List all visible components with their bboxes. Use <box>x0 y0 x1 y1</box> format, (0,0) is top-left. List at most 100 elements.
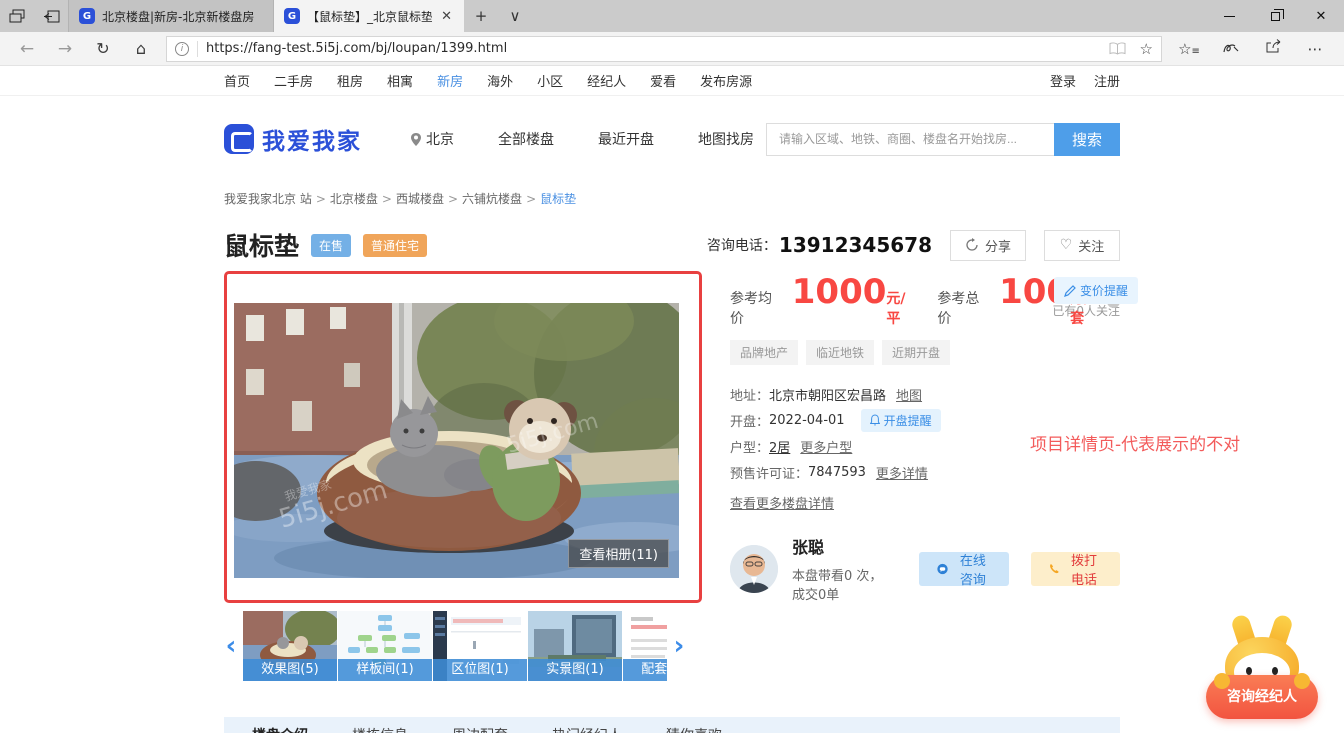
refresh-button[interactable]: ↻ <box>84 39 122 58</box>
breadcrumb-item[interactable]: 我爱我家北京 站 <box>224 192 312 206</box>
link-all-loupan[interactable]: 全部楼盘 <box>498 129 554 149</box>
share-icon[interactable] <box>1252 39 1294 58</box>
carousel-next-icon[interactable]: › <box>672 633 686 659</box>
price-alert-label: 变价提醒 <box>1080 282 1128 299</box>
divider <box>197 41 198 57</box>
avg-price-unit: 元/平 <box>886 288 919 328</box>
agent-avatar[interactable] <box>730 545 778 593</box>
layout-value-link[interactable]: 2居 <box>769 437 790 456</box>
nav-xiaoqu[interactable]: 小区 <box>537 71 563 90</box>
set-tabs-aside-icon[interactable] <box>34 0 68 32</box>
price-alert-button[interactable]: 变价提醒 <box>1054 277 1138 304</box>
open-alert-button[interactable]: 开盘提醒 <box>861 409 941 432</box>
thumbnail-label: 效果图(5) <box>243 659 337 681</box>
phone-icon <box>1049 561 1059 576</box>
more-license-link[interactable]: 更多详情 <box>876 463 928 482</box>
search-input[interactable] <box>766 123 1054 156</box>
follow-label: 关注 <box>1078 236 1104 255</box>
thumbnail-real-scene[interactable]: 实景图(1) <box>528 611 622 681</box>
view-album-button[interactable]: 查看相册(11) <box>568 539 669 568</box>
site-favicon: G <box>284 8 300 24</box>
url-bar[interactable]: i https://fang-test.5i5j.com/bj/loupan/1… <box>166 36 1162 62</box>
tab-title: 【鼠标垫】_北京鼠标垫 <box>307 8 432 25</box>
nav-ershoufang[interactable]: 二手房 <box>274 71 313 90</box>
nav-fabu[interactable]: 发布房源 <box>700 71 752 90</box>
login-link[interactable]: 登录 <box>1050 71 1076 90</box>
carousel-prev-icon[interactable]: ‹ <box>224 633 238 659</box>
home-button[interactable]: ⌂ <box>122 39 160 58</box>
close-button[interactable]: ✕ <box>1298 0 1344 32</box>
new-tab-button[interactable]: + <box>464 0 498 32</box>
site-logo[interactable]: 我爱我家 <box>224 122 362 156</box>
breadcrumb-sep: > <box>448 192 458 206</box>
nav-xiangyu[interactable]: 相寓 <box>387 71 413 90</box>
tab-close-icon[interactable]: ✕ <box>439 9 454 24</box>
city-name: 北京 <box>426 129 454 149</box>
breadcrumb-item[interactable]: 西城楼盘 <box>396 192 444 206</box>
tag: 品牌地产 <box>730 340 798 365</box>
window-controls: ✕ <box>1206 0 1344 32</box>
mascot-eye <box>1246 667 1252 675</box>
thumbnail-facility[interactable]: 配套图(1) <box>623 611 667 681</box>
address-value: 北京市朝阳区宏昌路 <box>769 385 886 404</box>
tab-preview-icon[interactable] <box>0 0 34 32</box>
browser-addressbar: ← → ↻ ⌂ i https://fang-test.5i5j.com/bj/… <box>0 32 1344 66</box>
call-phone-button[interactable]: 拨打电话 <box>1031 552 1120 586</box>
field-label: 地址： <box>730 385 769 404</box>
url-text[interactable]: https://fang-test.5i5j.com/bj/loupan/139… <box>206 41 1101 56</box>
agent-stats: 本盘带看0 次，成交0单 <box>792 565 891 603</box>
breadcrumb-sep: > <box>382 192 392 206</box>
link-map-search[interactable]: 地图找房 <box>698 129 754 149</box>
nav-home[interactable]: 首页 <box>224 71 250 90</box>
web-note-pen-icon[interactable] <box>1210 40 1252 58</box>
tab-recommendations[interactable]: 猜你喜欢 <box>666 725 722 733</box>
site-info-icon[interactable]: i <box>175 42 189 56</box>
breadcrumb-item[interactable]: 六铺炕楼盘 <box>462 192 522 206</box>
location-pin-icon <box>410 132 422 147</box>
agent-name: 张聪 <box>792 534 891 558</box>
thumbnail-label: 实景图(1) <box>528 659 622 681</box>
minimize-button[interactable] <box>1206 0 1252 32</box>
nav-zufang[interactable]: 租房 <box>337 71 363 90</box>
nav-aikan[interactable]: 爱看 <box>650 71 676 90</box>
link-recent-open[interactable]: 最近开盘 <box>598 129 654 149</box>
pencil-icon <box>1064 285 1076 297</box>
nav-jingjiren[interactable]: 经纪人 <box>587 71 626 90</box>
favorite-star-icon[interactable]: ☆ <box>1140 40 1153 58</box>
more-layouts-link[interactable]: 更多户型 <box>800 437 852 456</box>
online-chat-button[interactable]: 在线咨询 <box>919 552 1009 586</box>
tab-surroundings[interactable]: 周边配套 <box>452 725 508 733</box>
forward-button[interactable]: → <box>46 39 84 59</box>
share-button[interactable]: 分享 <box>950 230 1026 261</box>
favorites-hub-icon[interactable]: ☆≡ <box>1168 40 1210 58</box>
nav-xinfang[interactable]: 新房 <box>437 71 463 90</box>
more-options-icon[interactable]: ⋯ <box>1294 40 1336 58</box>
thumbnail-location[interactable]: 区位图(1) <box>433 611 527 681</box>
browser-tab-active[interactable]: G 【鼠标垫】_北京鼠标垫 ✕ <box>274 0 464 32</box>
thumbnail-model-room[interactable]: 样板间(1) <box>338 611 432 681</box>
thumbnail-effect[interactable]: 效果图(5) <box>243 611 337 681</box>
agent-card: 张聪 本盘带看0 次，成交0单 在线咨询 拨打电话 <box>730 534 1120 603</box>
follow-button[interactable]: ♡ 关注 <box>1044 230 1120 261</box>
nav-haiwai[interactable]: 海外 <box>487 71 513 90</box>
restore-button[interactable] <box>1252 0 1298 32</box>
mascot-paw <box>1294 673 1310 689</box>
browser-tab-inactive[interactable]: G 北京楼盘|新房-北京新楼盘房 <box>68 0 274 32</box>
breadcrumb-item[interactable]: 北京楼盘 <box>330 192 378 206</box>
city-selector[interactable]: 北京 <box>410 129 454 149</box>
search-button[interactable]: 搜索 <box>1054 123 1120 156</box>
register-link[interactable]: 注册 <box>1094 71 1120 90</box>
mascot-widget[interactable]: 咨询经纪人 <box>1206 615 1318 719</box>
chat-bubble-icon <box>937 561 948 577</box>
reading-view-icon[interactable] <box>1109 42 1126 55</box>
tab-building-info[interactable]: 楼栋信息 <box>352 725 408 733</box>
map-link[interactable]: 地图 <box>896 385 922 404</box>
page-title: 鼠标垫 <box>224 227 299 263</box>
main-photo[interactable]: 5i5j.com 我爱我家 5i5j.com 查看相册(11) <box>234 303 679 578</box>
open-date-value: 2022-04-01 <box>769 413 845 428</box>
back-button[interactable]: ← <box>8 39 46 59</box>
more-detail-link[interactable]: 查看更多楼盘详情 <box>730 493 834 512</box>
tab-loupan-intro[interactable]: 楼盘介绍 <box>252 725 308 733</box>
tab-list-chevron-icon[interactable]: ∨ <box>498 0 532 32</box>
tab-hot-agents[interactable]: 热门经纪人 <box>552 725 622 733</box>
